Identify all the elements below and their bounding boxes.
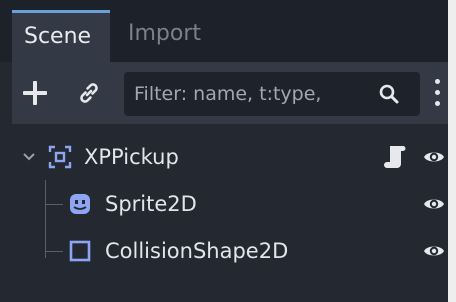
visibility-eye-icon[interactable] <box>422 239 446 263</box>
visibility-eye-icon[interactable] <box>422 145 446 169</box>
tree-item-label: XPPickup <box>84 145 179 169</box>
tree-item-collisionshape2d[interactable]: CollisionShape2D <box>12 228 448 274</box>
tab-scene[interactable]: Scene <box>12 10 110 62</box>
tree-item-label: Sprite2D <box>105 192 197 216</box>
visibility-eye-icon[interactable] <box>422 192 446 216</box>
node2d-icon <box>48 145 72 169</box>
sprite2d-icon <box>70 194 90 214</box>
tree-item-xppickup[interactable]: XPPickup <box>12 134 448 180</box>
kebab-menu-icon[interactable] <box>432 78 442 108</box>
tab-import-label: Import <box>128 21 202 46</box>
window-edge <box>448 0 456 302</box>
tree-item-label: CollisionShape2D <box>105 239 289 263</box>
collisionshape2d-icon <box>69 240 91 262</box>
chevron-down-icon[interactable] <box>22 149 36 163</box>
scene-tree: XPPickup Sprite2D CollisionShape2D <box>12 124 448 302</box>
filter-input[interactable] <box>124 72 374 116</box>
link-icon <box>80 83 98 103</box>
add-node-button[interactable] <box>22 80 48 106</box>
script-icon[interactable] <box>384 144 406 170</box>
scene-dock: Scene Import ⋮ <box>0 0 456 302</box>
search-icon[interactable] <box>378 83 400 105</box>
tree-item-sprite2d[interactable]: Sprite2D <box>12 181 448 227</box>
instance-scene-button[interactable] <box>76 80 102 106</box>
dock-tab-bar: Scene Import ⋮ <box>0 0 456 62</box>
tab-import[interactable]: Import <box>116 10 226 62</box>
tab-scene-label: Scene <box>24 24 92 49</box>
scene-toolbar <box>12 62 448 124</box>
filter-field <box>124 72 420 116</box>
